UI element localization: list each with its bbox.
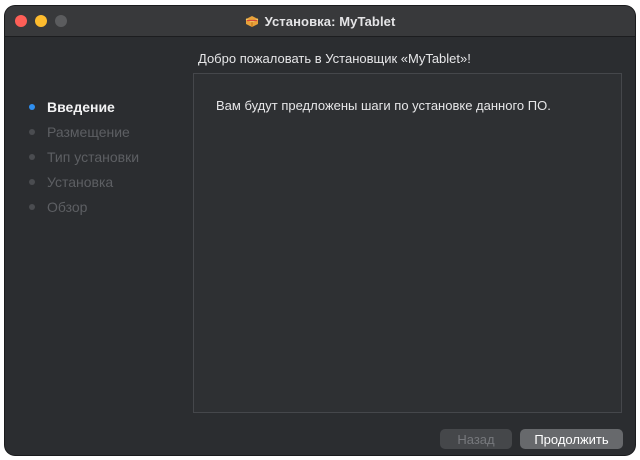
step-label: Тип установки [47,148,140,165]
continue-button[interactable]: Продолжить [520,429,623,449]
step-label: Обзор [47,198,88,215]
installer-window: Установка: MyTablet Добро пожаловать в У… [5,6,635,455]
step-introduction: Введение [21,94,191,119]
welcome-heading: Добро пожаловать в Установщик «MyTablet»… [198,51,471,66]
step-summary: Обзор [21,194,191,219]
step-label: Введение [47,98,115,115]
step-destination: Размещение [21,119,191,144]
step-indicator [29,128,35,135]
step-installation-type: Тип установки [21,144,191,169]
package-icon [245,14,259,28]
active-step-indicator [29,103,35,110]
step-label: Размещение [47,123,130,140]
steps-sidebar: Введение Размещение Тип установки Устано… [21,94,191,219]
step-label: Установка [47,173,114,190]
title-bar: Установка: MyTablet [5,6,635,37]
window-title: Установка: MyTablet [264,13,396,29]
step-indicator [29,153,35,160]
content-panel: Вам будут предложены шаги по установке д… [193,73,622,413]
intro-text: Вам будут предложены шаги по установке д… [216,98,551,113]
step-installation: Установка [21,169,191,194]
step-indicator [29,178,35,185]
step-indicator [29,203,35,210]
window-title-group: Установка: MyTablet [5,6,635,36]
back-button[interactable]: Назад [440,429,512,449]
